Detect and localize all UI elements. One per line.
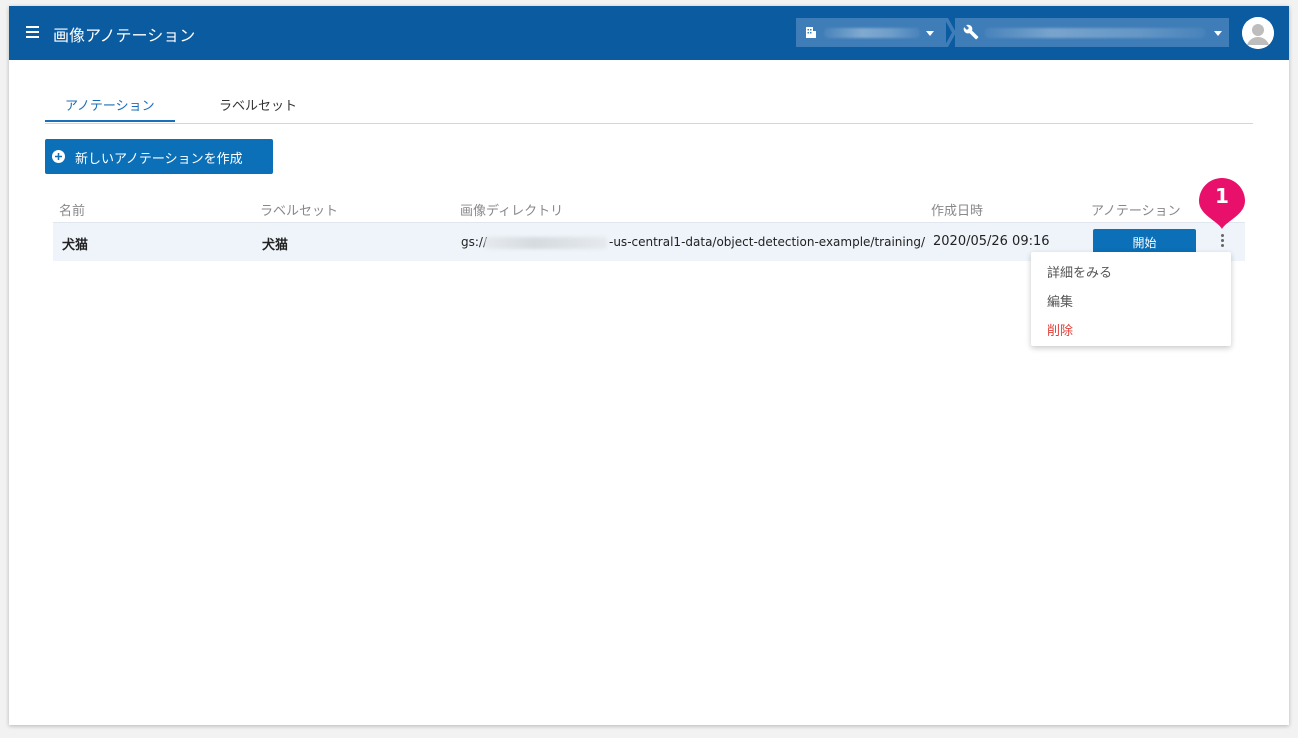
app-bar: 画像アノテーション: [9, 6, 1289, 60]
project-name-redacted: [985, 28, 1205, 38]
cell-created: 2020/05/26 09:16: [933, 234, 1050, 249]
menu-item-delete[interactable]: 削除: [1047, 320, 1073, 339]
create-annotation-button[interactable]: 新しいアノテーションを作成: [45, 139, 273, 174]
active-tab-indicator: [45, 120, 175, 122]
wrench-icon: [963, 24, 979, 40]
chevron-down-icon: [926, 31, 934, 36]
cell-labelset: 犬猫: [262, 238, 289, 253]
column-header-labelset[interactable]: ラベルセット: [260, 200, 338, 219]
tab-labelset[interactable]: ラベルセット: [219, 95, 297, 114]
column-header-created[interactable]: 作成日時: [931, 200, 983, 219]
column-header-directory[interactable]: 画像ディレクトリ: [460, 200, 563, 219]
organization-select[interactable]: [796, 18, 946, 47]
avatar-icon[interactable]: [1242, 17, 1274, 49]
cell-directory-prefix: gs://: [461, 235, 487, 249]
column-header-annotation: アノテーション: [1091, 204, 1181, 219]
menu-item-edit[interactable]: 編集: [1047, 291, 1073, 310]
tab-annotation[interactable]: アノテーション: [65, 95, 155, 114]
row-context-menu: 詳細をみる 編集 削除: [1031, 252, 1231, 346]
callout-number: 1: [1215, 184, 1229, 208]
project-select[interactable]: [955, 18, 1229, 47]
organization-name-redacted: [824, 28, 920, 38]
cell-directory-suffix: -us-central1-data/object-detection-examp…: [609, 235, 926, 249]
plus-circle-icon: [52, 150, 65, 163]
cell-name: 犬猫: [62, 238, 89, 253]
app-window: 画像アノテーション アノテーション ラベルセット 新しいアノテーションを作成 名…: [9, 6, 1289, 725]
create-annotation-label: 新しいアノテーションを作成: [75, 152, 243, 167]
more-vert-icon[interactable]: [1216, 234, 1228, 250]
menu-item-details[interactable]: 詳細をみる: [1047, 262, 1112, 281]
menu-icon[interactable]: [26, 26, 39, 38]
app-title: 画像アノテーション: [53, 26, 196, 45]
chevron-down-icon: [1214, 31, 1222, 36]
tab-bar: アノテーション ラベルセット: [45, 90, 1253, 124]
column-header-name[interactable]: 名前: [59, 200, 85, 219]
bucket-name-redacted: [485, 237, 607, 249]
building-icon: [806, 27, 816, 38]
